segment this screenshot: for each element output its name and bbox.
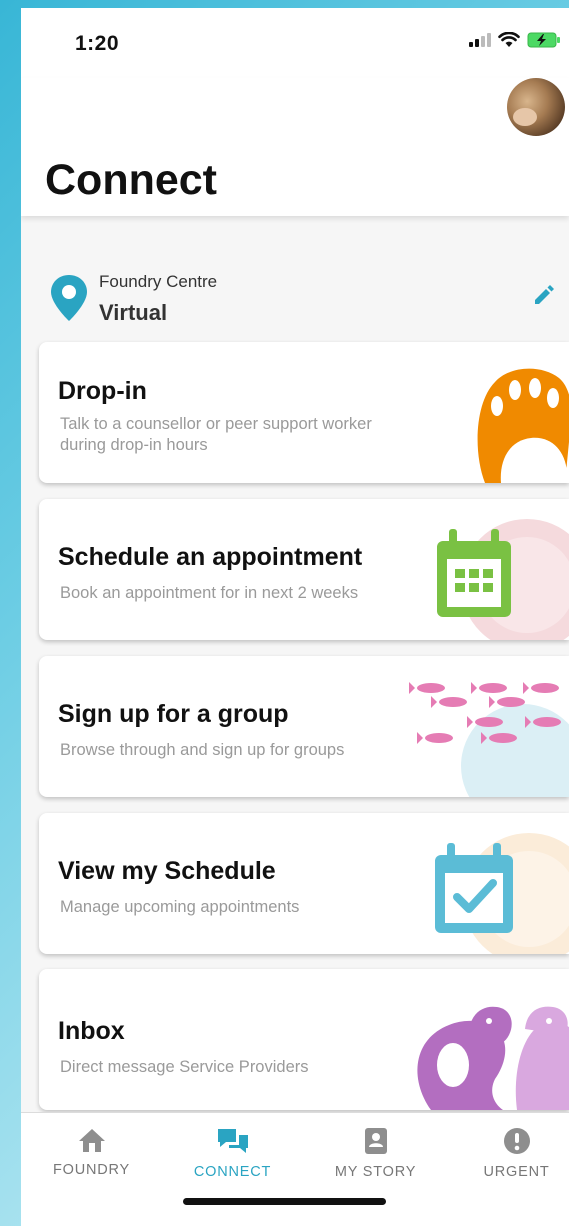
page-header: Connect [21,78,569,216]
nav-my-story-label: MY STORY [334,1164,417,1180]
inbox-card[interactable]: Inbox Direct message Service Providers [39,969,569,1110]
bottom-nav: FOUNDRY CONNECT MY STORY URGENT [21,1112,569,1226]
inbox-subtitle: Direct message Service Providers [60,1058,309,1076]
view-schedule-card[interactable]: View my Schedule Manage upcoming appoint… [39,813,569,954]
group-signup-subtitle: Browse through and sign up for groups [60,741,345,759]
nav-my-story[interactable]: MY STORY [307,1127,444,1180]
edit-icon[interactable] [533,284,555,306]
wifi-icon [498,32,520,47]
phone-screen: 1:20 Connect Foundry Centre Virtual Drop… [21,8,569,1226]
nav-urgent[interactable]: URGENT [448,1127,569,1180]
nav-foundry-label: FOUNDRY [52,1162,131,1178]
book-icon [364,1128,387,1154]
view-schedule-title: View my Schedule [58,857,276,885]
group-signup-card[interactable]: Sign up for a group Browse through and s… [39,656,569,797]
status-icons [469,32,561,48]
schedule-appointment-subtitle: Book an appointment for in next 2 weeks [60,584,359,602]
location-value: Virtual [99,300,168,325]
nav-foundry[interactable]: FOUNDRY [23,1127,160,1178]
calendar-icon [437,519,569,640]
drop-in-subtitle: Talk to a counsellor or peer support wor… [60,415,372,454]
view-schedule-subtitle: Manage upcoming appointments [60,898,300,916]
location-selector[interactable]: Foundry Centre Virtual [21,264,569,334]
home-icon [78,1129,105,1152]
status-bar: 1:20 [21,8,569,78]
drop-in-title: Drop-in [58,377,147,405]
schedule-appointment-title: Schedule an appointment [58,543,363,571]
bear-paw-icon [477,368,569,483]
battery-charging-icon [527,32,560,48]
location-label: Foundry Centre [99,272,218,291]
home-indicator[interactable] [183,1198,386,1205]
status-time: 1:20 [75,32,120,55]
chat-icon [217,1129,248,1153]
otters-icon [417,1006,569,1110]
page-title: Connect [45,156,217,204]
group-signup-title: Sign up for a group [58,700,289,728]
drop-in-card[interactable]: Drop-in Talk to a counsellor or peer sup… [39,342,569,483]
signal-icon [469,33,491,47]
nav-connect[interactable]: CONNECT [164,1127,301,1180]
nav-urgent-label: URGENT [483,1164,550,1180]
schedule-appointment-card[interactable]: Schedule an appointment Book an appointm… [39,499,569,640]
nav-connect-label: CONNECT [193,1164,272,1180]
fish-school-icon [409,682,569,797]
profile-avatar[interactable] [507,78,565,136]
alert-icon [503,1128,530,1154]
calendar-check-icon [435,833,569,954]
location-pin-icon [51,275,87,321]
inbox-title: Inbox [58,1017,125,1045]
